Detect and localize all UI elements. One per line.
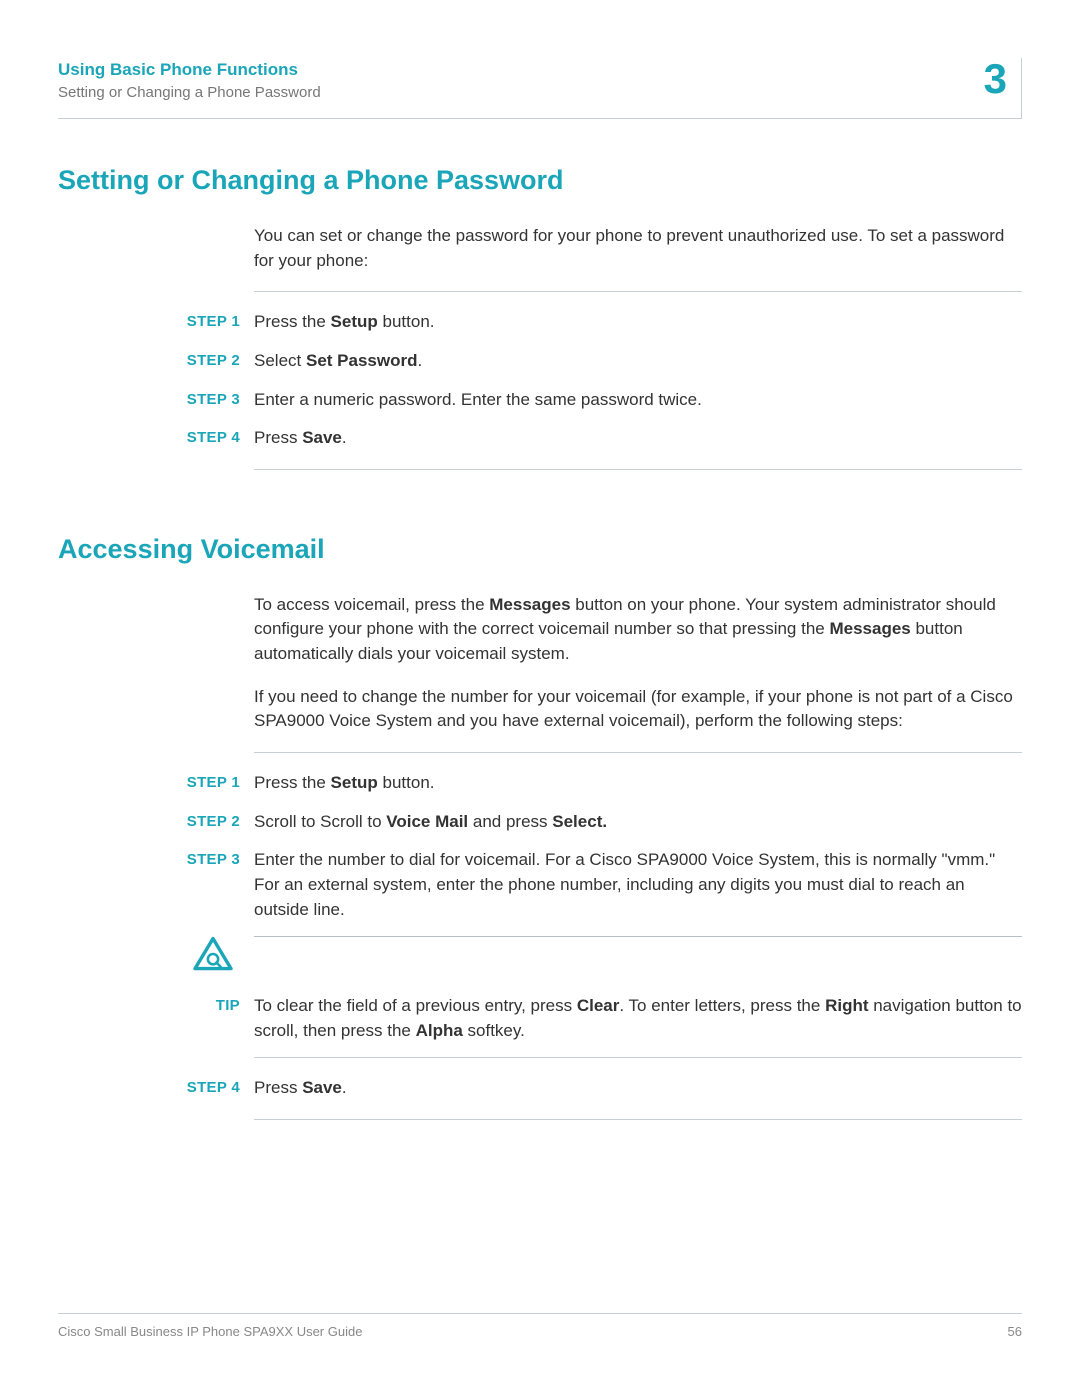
steps-rule-bottom (254, 469, 1022, 470)
step-text: Press the Setup button. (254, 310, 1022, 335)
step-text: Press Save. (254, 426, 1022, 451)
step-row: STEP 1 Press the Setup button. (254, 771, 1022, 796)
step-label: STEP 2 (178, 810, 254, 833)
section-intro: To access voicemail, press the Messages … (254, 593, 1022, 667)
steps-rule-top (254, 752, 1022, 753)
section-heading: Setting or Changing a Phone Password (58, 165, 1022, 196)
step-label: STEP 3 (178, 848, 254, 871)
tip-text: To clear the field of a previous entry, … (254, 994, 1022, 1043)
section-intro: You can set or change the password for y… (254, 224, 1022, 273)
step-label: STEP 1 (178, 310, 254, 333)
chapter-label: Using Basic Phone Functions (58, 60, 321, 80)
step-row: STEP 2 Select Set Password. (254, 349, 1022, 374)
page-header: Using Basic Phone Functions Setting or C… (58, 58, 1022, 119)
section-intro-2: If you need to change the number for you… (254, 685, 1022, 734)
step-label: STEP 2 (178, 349, 254, 372)
step-text: Select Set Password. (254, 349, 1022, 374)
tip-rule-bottom (254, 1057, 1022, 1058)
steps-rule-top (254, 291, 1022, 292)
step-row: STEP 2 Scroll to Scroll to Voice Mail an… (254, 810, 1022, 835)
chapter-number: 3 (970, 58, 1022, 119)
tip-body-row: TIP To clear the field of a previous ent… (254, 994, 1022, 1043)
section-label: Setting or Changing a Phone Password (58, 84, 321, 101)
tip-icon (192, 936, 244, 980)
footer-title: Cisco Small Business IP Phone SPA9XX Use… (58, 1324, 362, 1339)
tip-rule-top (254, 936, 1022, 937)
header-rule (58, 118, 1022, 119)
step-text: Scroll to Scroll to Voice Mail and press… (254, 810, 1022, 835)
step-text: Enter the number to dial for voicemail. … (254, 848, 1022, 922)
step-row: STEP 4 Press Save. (254, 426, 1022, 451)
step-text: Press the Setup button. (254, 771, 1022, 796)
tip-icon-row (254, 936, 1022, 980)
step-text: Enter a numeric password. Enter the same… (254, 388, 1022, 413)
step-row: STEP 4 Press Save. (254, 1076, 1022, 1101)
step-row: STEP 3 Enter a numeric password. Enter t… (254, 388, 1022, 413)
page-footer: Cisco Small Business IP Phone SPA9XX Use… (58, 1313, 1022, 1339)
header-left: Using Basic Phone Functions Setting or C… (58, 58, 321, 101)
tip-label: TIP (178, 994, 254, 1017)
step-label: STEP 3 (178, 388, 254, 411)
steps-block: STEP 1 Press the Setup button. STEP 2 Sc… (254, 752, 1022, 1120)
steps-block: STEP 1 Press the Setup button. STEP 2 Se… (254, 291, 1022, 470)
footer-page-number: 56 (1008, 1324, 1022, 1339)
step-text: Press Save. (254, 1076, 1022, 1101)
step-label: STEP 4 (178, 1076, 254, 1099)
section-heading: Accessing Voicemail (58, 534, 1022, 565)
step-label: STEP 1 (178, 771, 254, 794)
step-row: STEP 1 Press the Setup button. (254, 310, 1022, 335)
step-label: STEP 4 (178, 426, 254, 449)
step-row: STEP 3 Enter the number to dial for voic… (254, 848, 1022, 922)
steps-rule-bottom (254, 1119, 1022, 1120)
